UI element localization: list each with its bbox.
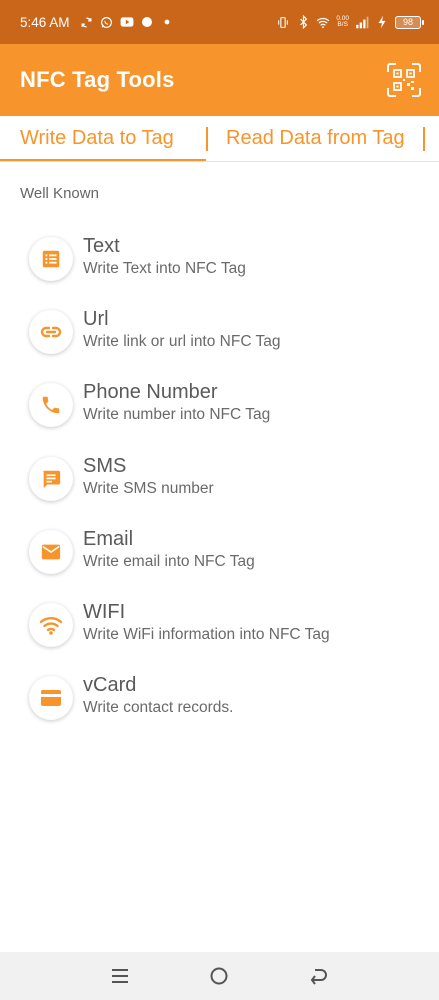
status-bar: 5:46 AM 0.00 B/S 98 <box>0 0 439 44</box>
qr-scan-icon <box>387 63 421 97</box>
item-title: WIFI <box>83 601 126 624</box>
whatsapp-icon <box>100 15 114 29</box>
item-title: Email <box>83 527 134 550</box>
sms-icon <box>29 456 73 501</box>
item-title: Text <box>83 234 120 257</box>
qr-scan-button[interactable] <box>385 61 423 99</box>
item-text: Phone Number Write number into NFC Tag <box>83 380 270 426</box>
phone-icon <box>29 383 73 428</box>
sync-icon <box>80 15 94 29</box>
list-item-email[interactable]: Email Write email into NFC Tag <box>0 515 439 588</box>
text-icon <box>29 236 73 281</box>
status-right: 0.00 B/S 98 <box>276 15 424 29</box>
status-time: 5:46 AM <box>20 14 70 30</box>
net-speed: 0.00 B/S <box>336 15 349 28</box>
home-button[interactable] <box>199 956 239 996</box>
tab-bar: Write Data to Tag Read Data from Tag <box>0 116 439 162</box>
menu-icon <box>111 969 128 983</box>
tab-read-data[interactable]: Read Data from Tag <box>226 116 405 161</box>
signal-icon <box>355 15 369 29</box>
battery-level: 98 <box>395 15 424 29</box>
status-left: 5:46 AM <box>20 15 174 30</box>
section-label: Well Known <box>20 185 99 202</box>
vibrate-icon <box>276 15 290 29</box>
bluetooth-icon <box>296 15 310 29</box>
circle-icon <box>140 15 154 29</box>
item-subtitle: Write Text into NFC Tag <box>83 259 246 277</box>
tab-divider <box>206 126 208 151</box>
vcard-icon <box>29 676 73 721</box>
item-subtitle: Write WiFi information into NFC Tag <box>83 626 330 644</box>
item-subtitle: Write contact records. <box>83 699 234 717</box>
tab-write-data[interactable]: Write Data to Tag <box>0 116 206 161</box>
item-title: vCard <box>83 674 137 697</box>
item-title: Url <box>83 307 109 330</box>
item-subtitle: Write link or url into NFC Tag <box>83 332 281 350</box>
item-title: SMS <box>83 454 127 477</box>
wifi-icon <box>316 15 330 29</box>
wifi-icon <box>29 603 73 648</box>
list-item-sms[interactable]: SMS Write SMS number <box>0 442 439 515</box>
item-text: SMS Write SMS number <box>83 454 214 500</box>
item-subtitle: Write SMS number <box>83 479 214 497</box>
email-icon <box>29 529 73 574</box>
home-icon <box>210 967 228 985</box>
net-speed-unit: B/S <box>337 21 348 28</box>
back-button[interactable] <box>299 956 339 996</box>
item-subtitle: Write number into NFC Tag <box>83 406 271 424</box>
youtube-icon <box>120 15 134 29</box>
item-text: WIFI Write WiFi information into NFC Tag <box>83 600 330 646</box>
item-subtitle: Write email into NFC Tag <box>83 552 255 570</box>
item-text: Text Write Text into NFC Tag <box>83 234 246 280</box>
recents-button[interactable] <box>100 956 140 996</box>
app-title: NFC Tag Tools <box>20 67 175 92</box>
app-bar: NFC Tag Tools <box>0 44 439 116</box>
list-item-phone[interactable]: Phone Number Write number into NFC Tag <box>0 369 439 442</box>
list-item-url[interactable]: Url Write link or url into NFC Tag <box>0 295 439 368</box>
list-item-vcard[interactable]: vCard Write contact records. <box>0 662 439 735</box>
dot-icon <box>160 15 174 29</box>
list-item-wifi[interactable]: WIFI Write WiFi information into NFC Tag <box>0 588 439 661</box>
tab-divider <box>422 126 425 151</box>
charging-icon <box>375 15 389 29</box>
item-text: vCard Write contact records. <box>83 673 233 719</box>
record-type-list: Text Write Text into NFC Tag Url Write l… <box>0 222 439 735</box>
system-nav-bar <box>0 952 439 1000</box>
item-title: Phone Number <box>83 381 218 404</box>
link-icon <box>29 309 73 354</box>
list-item-text[interactable]: Text Write Text into NFC Tag <box>0 222 439 295</box>
back-icon <box>310 969 328 985</box>
item-text: Url Write link or url into NFC Tag <box>83 307 281 353</box>
item-text: Email Write email into NFC Tag <box>83 527 255 573</box>
